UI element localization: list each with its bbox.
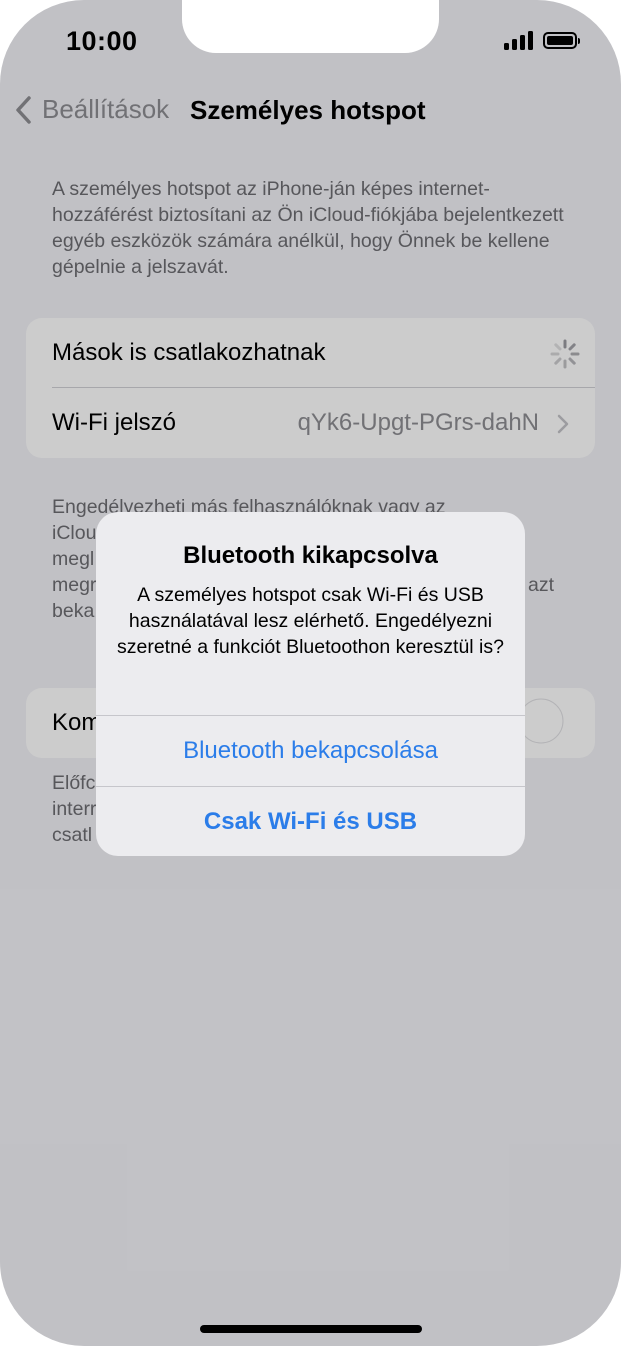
alert-message: A személyes hotspot csak Wi-Fi és USB ha…: [117, 584, 504, 658]
phone-screen: 10:00 Beállítások Személyes hotspot A sz…: [0, 0, 621, 1346]
alert-title: Bluetooth kikapcsolva: [183, 542, 438, 569]
bluetooth-alert-dialog: Bluetooth kikapcsolva A személyes hotspo…: [96, 512, 525, 856]
device-notch: [182, 0, 439, 53]
enable-bluetooth-button[interactable]: Bluetooth bekapcsolása: [96, 716, 525, 786]
home-indicator[interactable]: [200, 1325, 422, 1333]
wifi-usb-only-button[interactable]: Csak Wi-Fi és USB: [96, 787, 525, 856]
